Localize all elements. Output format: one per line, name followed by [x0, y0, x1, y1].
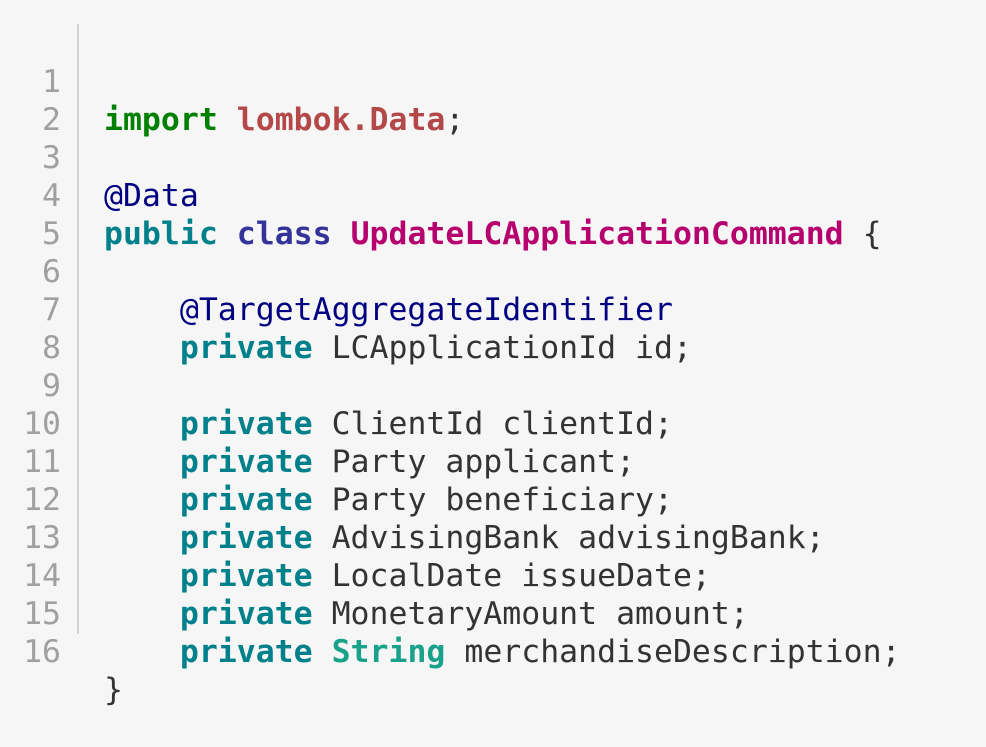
code-line-5: 5: [0, 177, 986, 252]
code-line-6: 6 @TargetAggregateIdentifier: [0, 215, 986, 328]
code-lines: 1 import lombok.Data; 2 3 @Data 4 public…: [0, 25, 986, 708]
code-line-11: 11 private Party beneficiary;: [0, 405, 986, 518]
private-keyword: private: [179, 634, 313, 670]
code-line-15: 15 private String merchandiseDescription…: [0, 557, 986, 670]
code-panel: 1 import lombok.Data; 2 3 @Data 4 public…: [0, 0, 986, 708]
string-type: String: [331, 634, 446, 670]
code-line-9: 9 private ClientId clientId;: [0, 329, 986, 442]
code-line-12: 12 private AdvisingBank advisingBank;: [0, 443, 986, 556]
code-line-3: 3 @Data: [0, 101, 986, 214]
code-line-13: 13 private LocalDate issueDate;: [0, 481, 986, 594]
close-brace: }: [104, 672, 123, 708]
code-text: private String merchandiseDescription;: [104, 633, 901, 671]
code-line-8: 8: [0, 291, 986, 366]
code-line-2: 2: [0, 63, 986, 138]
code-line-10: 10 private Party applicant;: [0, 367, 986, 480]
code-line-16: 16 }: [0, 595, 986, 708]
code-line-1: 1 import lombok.Data;: [0, 25, 986, 138]
code-text: }: [104, 671, 123, 709]
code-line-4: 4 public class UpdateLCApplicationComman…: [0, 139, 986, 252]
code-line-7: 7 private LCApplicationId id;: [0, 253, 986, 366]
line-number: 16: [23, 634, 61, 670]
code-line-14: 14 private MonetaryAmount amount;: [0, 519, 986, 632]
field-declaration: merchandiseDescription;: [464, 634, 901, 670]
